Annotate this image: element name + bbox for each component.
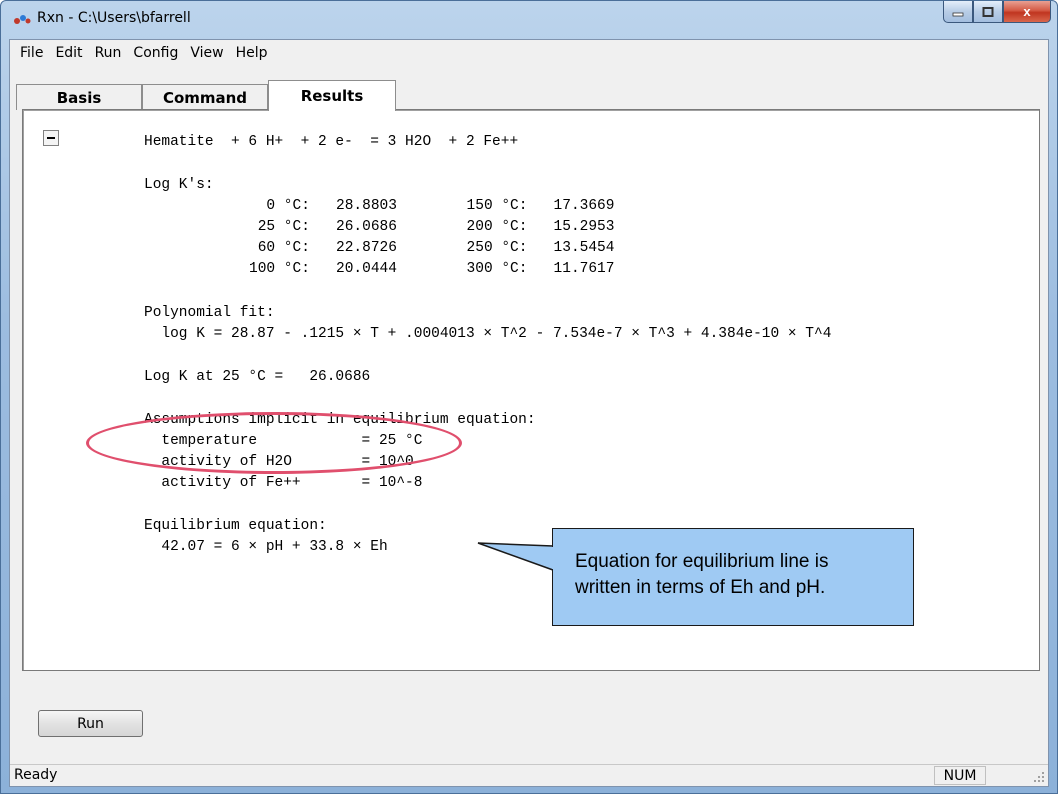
minimize-button[interactable] — [943, 1, 973, 23]
poly-heading: Polynomial fit: — [144, 305, 275, 321]
tab-strip: Basis Command Results — [16, 80, 1042, 111]
callout-line: written in terms of Eh and pH. — [575, 577, 826, 598]
logk-heading: Log K's: — [144, 177, 214, 193]
num-lock-indicator: NUM — [934, 766, 986, 785]
menu-run[interactable]: Run — [89, 43, 128, 63]
menu-edit[interactable]: Edit — [49, 43, 88, 63]
client-area: File Edit Run Config View Help Basis Com… — [9, 39, 1049, 787]
status-bar: Ready NUM — [10, 764, 1048, 786]
minimize-icon — [952, 12, 964, 16]
menu-view[interactable]: View — [184, 43, 229, 63]
title-bar[interactable]: Rxn - C:\Users\bfarrell x — [1, 1, 1057, 39]
maximize-button[interactable] — [973, 1, 1003, 23]
resize-grip-icon[interactable] — [1032, 770, 1046, 784]
assumption-row: activity of Fe++ = 10^-8 — [144, 475, 423, 491]
menu-help[interactable]: Help — [230, 43, 274, 63]
logk-25: Log K at 25 °C = 26.0686 — [144, 369, 371, 385]
equilibrium-equation: 42.07 = 6 × pH + 33.8 × Eh — [144, 539, 388, 555]
app-window: Rxn - C:\Users\bfarrell x File Edit Run … — [0, 0, 1058, 794]
highlight-ellipse — [86, 412, 462, 474]
menu-bar: File Edit Run Config View Help — [10, 40, 1048, 66]
close-button[interactable]: x — [1003, 1, 1051, 23]
collapse-button[interactable] — [43, 130, 59, 146]
reaction-equation: Hematite + 6 H+ + 2 e- = 3 H2O + 2 Fe++ — [144, 134, 519, 150]
annotation-callout: Equation for equilibrium line is written… — [552, 528, 914, 626]
logk-row: 25 °C: 26.0686 200 °C: 15.2953 — [249, 219, 615, 235]
run-button[interactable]: Run — [38, 710, 143, 737]
caption-buttons: x — [943, 1, 1051, 23]
close-icon: x — [1023, 4, 1031, 19]
maximize-icon — [982, 6, 994, 17]
menu-config[interactable]: Config — [127, 43, 184, 63]
tab-command[interactable]: Command — [142, 84, 268, 110]
equilibrium-heading: Equilibrium equation: — [144, 518, 327, 534]
menu-file[interactable]: File — [14, 43, 49, 63]
logk-row: 60 °C: 22.8726 250 °C: 13.5454 — [249, 240, 615, 256]
poly-equation: log K = 28.87 - .1215 × T + .0004013 × T… — [144, 326, 832, 342]
tab-basis[interactable]: Basis — [16, 84, 142, 110]
logk-row: 0 °C: 28.8803 150 °C: 17.3669 — [249, 198, 615, 214]
window-title: Rxn - C:\Users\bfarrell — [37, 10, 191, 26]
status-text: Ready — [14, 767, 58, 783]
callout-line: Equation for equilibrium line is — [575, 551, 829, 572]
logk-row: 100 °C: 20.0444 300 °C: 11.7617 — [249, 261, 615, 277]
app-icon — [14, 15, 31, 24]
tab-results[interactable]: Results — [268, 80, 396, 111]
